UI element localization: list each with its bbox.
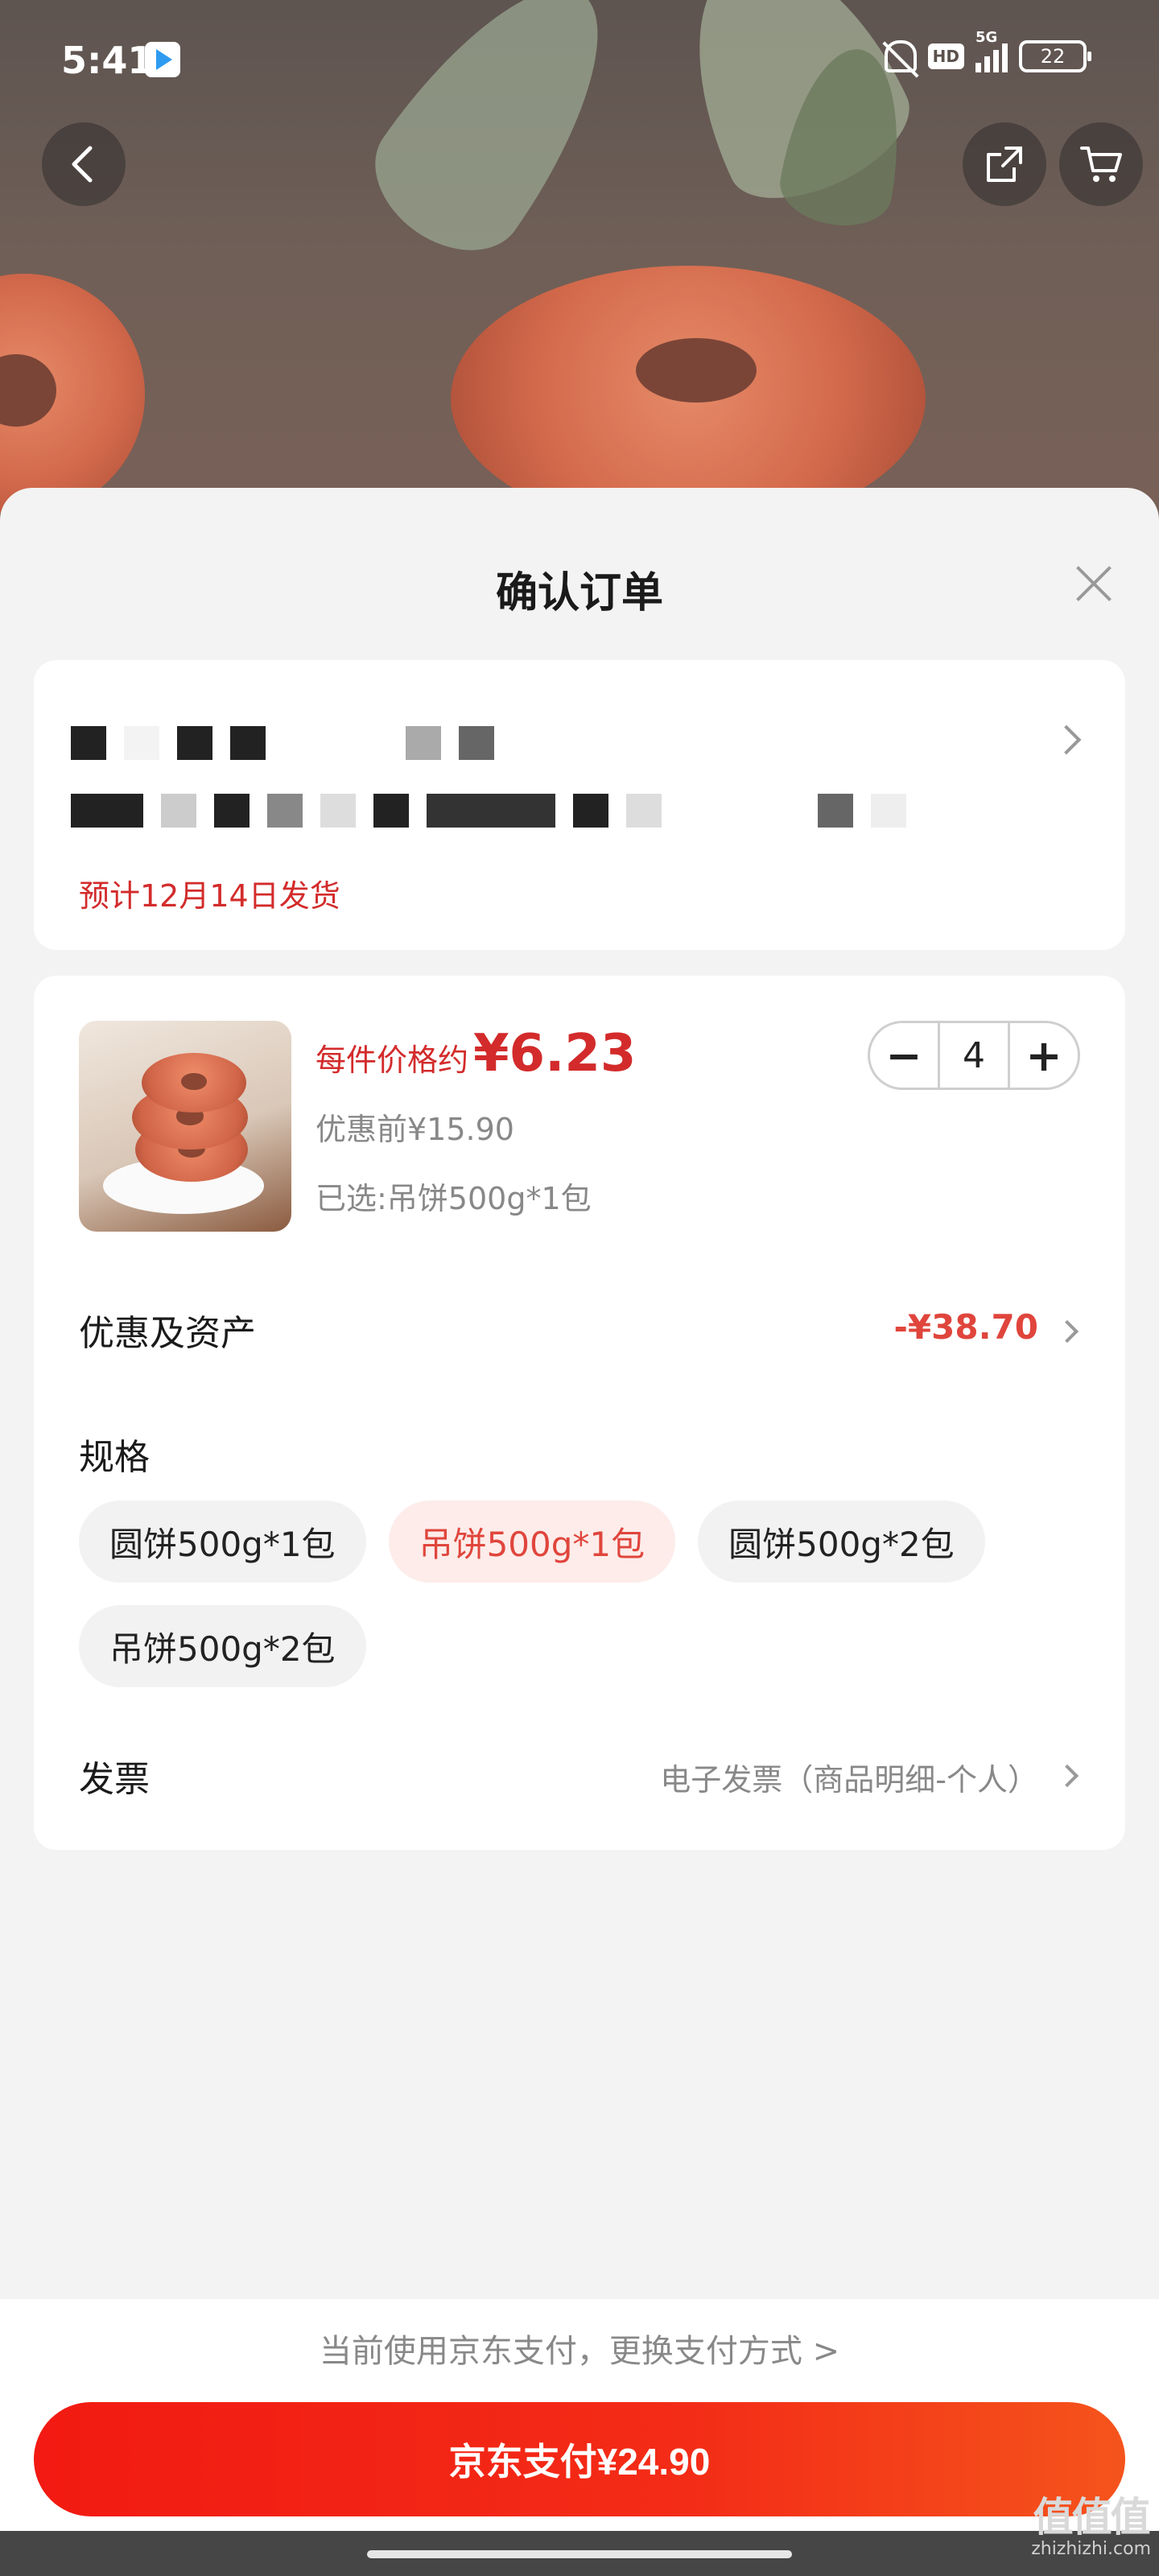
spec-option[interactable]: 圆饼500g*2包 bbox=[698, 1501, 985, 1583]
invoice-value[interactable]: 电子发票（商品明细-个人） bbox=[660, 1755, 1038, 1799]
address-card[interactable]: 预计12月14日发货 bbox=[34, 660, 1125, 950]
status-icons: HD 5G 22 bbox=[884, 29, 1091, 72]
quantity-input[interactable]: 4 bbox=[938, 1023, 1010, 1088]
cart-icon bbox=[1080, 147, 1122, 182]
back-button[interactable] bbox=[42, 122, 126, 206]
status-bar: 5:41 HD 5G 22 bbox=[0, 0, 1159, 121]
close-icon[interactable] bbox=[1074, 564, 1114, 604]
spec-label: 规格 bbox=[79, 1437, 150, 1478]
back-arrow-icon bbox=[72, 146, 93, 183]
share-icon bbox=[987, 147, 1022, 182]
price-value: ¥6.23 bbox=[473, 1024, 637, 1084]
status-time: 5:41 bbox=[61, 39, 154, 82]
home-indicator[interactable] bbox=[367, 2550, 792, 2558]
ship-estimate: 预计12月14日发货 bbox=[79, 878, 340, 914]
signal-icon: 5G bbox=[975, 29, 1008, 72]
chevron-right-icon bbox=[1055, 1764, 1079, 1788]
hd-icon: HD bbox=[927, 43, 964, 69]
order-confirm-sheet: 确认订单 预计12月14日发货 每件价格约 ¥6.23 优惠前¥15.90 已选… bbox=[0, 488, 1159, 2302]
persimmon-cake-image bbox=[0, 274, 145, 515]
increase-button[interactable]: + bbox=[1010, 1023, 1078, 1088]
battery-level: 22 bbox=[1040, 45, 1066, 68]
watermark-site: zhizhizhi.com bbox=[1031, 2539, 1151, 2559]
cake-image bbox=[142, 1053, 246, 1113]
pay-button[interactable]: 京东支付¥24.90 bbox=[34, 2402, 1125, 2516]
network-label: 5G bbox=[975, 29, 998, 46]
bottom-pay-bar: 当前使用京东支付，更换支付方式 > 京东支付¥24.90 bbox=[0, 2299, 1159, 2531]
original-price: 优惠前¥15.90 bbox=[316, 1112, 514, 1147]
decrease-button[interactable]: − bbox=[870, 1023, 938, 1088]
chevron-right-icon bbox=[1051, 724, 1082, 755]
spec-option-selected[interactable]: 吊饼500g*1包 bbox=[388, 1501, 676, 1583]
cart-button[interactable] bbox=[1059, 122, 1143, 206]
watermark-logo: 值值值 bbox=[1033, 2494, 1151, 2541]
spec-option[interactable]: 吊饼500g*2包 bbox=[79, 1605, 366, 1687]
bell-off-icon bbox=[884, 40, 917, 72]
product-thumbnail bbox=[79, 1021, 291, 1232]
quantity-stepper: − 4 + bbox=[868, 1021, 1080, 1090]
battery-icon: 22 bbox=[1019, 40, 1091, 72]
unit-price: 每件价格约 ¥6.23 bbox=[316, 1024, 636, 1084]
discount-label[interactable]: 优惠及资产 bbox=[79, 1304, 256, 1356]
redacted-address bbox=[71, 794, 906, 828]
discount-value[interactable]: -¥38.70 bbox=[893, 1307, 1038, 1347]
watermark: 值值值 zhizhizhi.com bbox=[1031, 2496, 1151, 2559]
spec-option[interactable]: 圆饼500g*1包 bbox=[79, 1501, 366, 1583]
change-payment-link[interactable]: 当前使用京东支付，更换支付方式 > bbox=[0, 2325, 1159, 2372]
sheet-title: 确认订单 bbox=[495, 569, 663, 617]
redacted-recipient bbox=[71, 726, 494, 760]
spec-options: 圆饼500g*1包 吊饼500g*1包 圆饼500g*2包 吊饼500g*2包 bbox=[79, 1501, 1093, 1687]
system-nav-bar bbox=[0, 2531, 1159, 2576]
invoice-label[interactable]: 发票 bbox=[79, 1750, 150, 1802]
play-store-icon bbox=[145, 42, 180, 77]
selected-spec: 已选:吊饼500g*1包 bbox=[316, 1181, 592, 1216]
share-button[interactable] bbox=[963, 122, 1046, 206]
price-prefix: 每件价格约 bbox=[316, 1042, 469, 1078]
product-card: 每件价格约 ¥6.23 优惠前¥15.90 已选:吊饼500g*1包 − 4 +… bbox=[34, 976, 1125, 1850]
chevron-right-icon bbox=[1055, 1319, 1079, 1344]
